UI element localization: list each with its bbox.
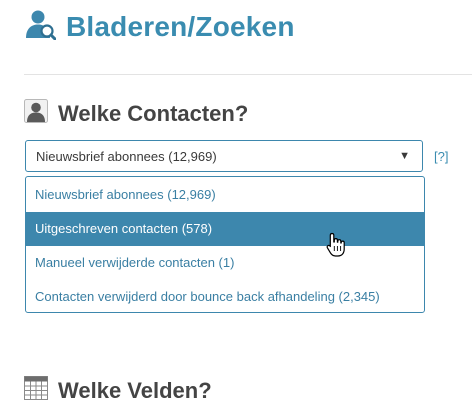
- table-icon: [24, 376, 48, 405]
- contacts-section-title: Welke Contacten?: [58, 100, 249, 126]
- hand-cursor-icon: [326, 232, 346, 263]
- dropdown-option-newsletter-subscribers[interactable]: Nieuwsbrief abonnees (12,969): [26, 178, 424, 212]
- fields-section-header: Welke Velden?: [24, 376, 212, 405]
- page-title-text: Bladeren/Zoeken: [66, 10, 295, 42]
- dropdown-option-unsubscribed[interactable]: Uitgeschreven contacten (578): [26, 212, 424, 246]
- contacts-section-header: Welke Contacten?: [24, 99, 248, 128]
- caret-down-icon: ▼: [399, 150, 410, 162]
- user-search-icon: [24, 8, 57, 45]
- dropdown-option-manually-removed[interactable]: Manueel verwijderde contacten (1): [26, 246, 424, 280]
- contacts-select[interactable]: Nieuwsbrief abonnees (12,969) ▼: [25, 140, 423, 172]
- divider: [24, 74, 472, 75]
- fields-section-title: Welke Velden?: [58, 377, 212, 403]
- help-link[interactable]: [?]: [434, 149, 448, 164]
- page-title: Bladeren/Zoeken: [24, 8, 295, 45]
- user-icon: [24, 99, 48, 128]
- dropdown-option-bounce-removed[interactable]: Contacten verwijderd door bounce back af…: [26, 280, 424, 312]
- contacts-select-value: Nieuwsbrief abonnees (12,969): [36, 149, 217, 164]
- contacts-dropdown-list: Nieuwsbrief abonnees (12,969) Uitgeschre…: [25, 176, 425, 313]
